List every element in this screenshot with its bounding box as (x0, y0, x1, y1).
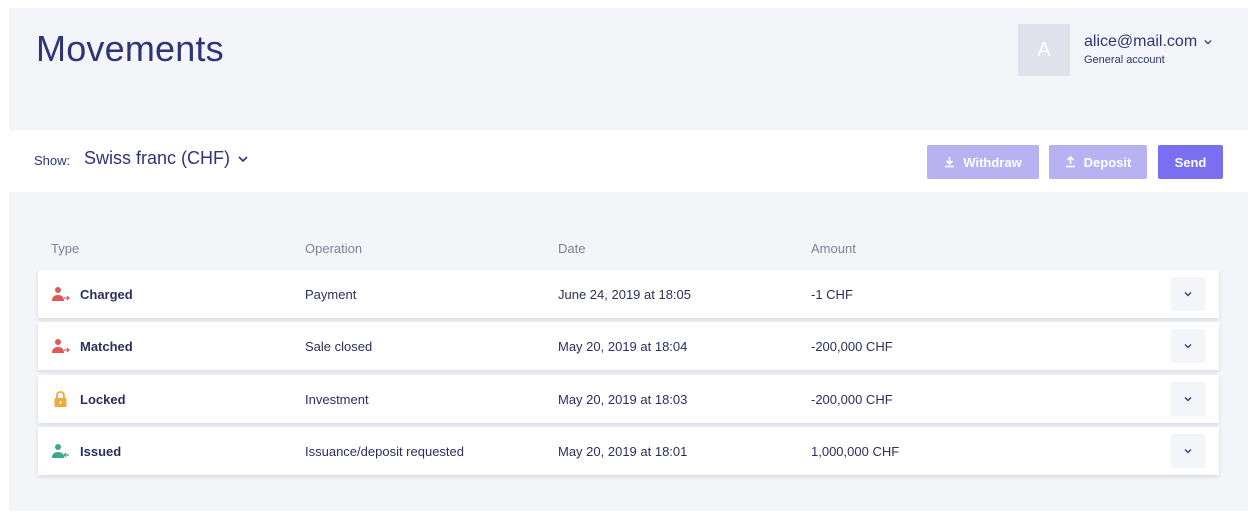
deposit-button[interactable]: Deposit (1049, 145, 1147, 179)
column-header-amount: Amount (811, 241, 856, 256)
expand-row-button[interactable] (1171, 329, 1205, 363)
type-label: Charged (80, 286, 133, 302)
type-label: Issued (80, 443, 122, 459)
date-cell: May 20, 2019 at 18:04 (558, 338, 688, 354)
account-email[interactable]: alice@mail.com (1084, 33, 1197, 51)
user-incoming-icon (52, 444, 69, 458)
operation-cell: Payment (305, 286, 357, 302)
send-label: Send (1174, 154, 1207, 170)
type-label: Locked (80, 391, 126, 407)
operation-cell: Issuance/deposit requested (305, 443, 464, 459)
account-type: General account (1084, 54, 1165, 66)
date-cell: May 20, 2019 at 18:01 (558, 443, 688, 459)
show-label: Show: (34, 153, 71, 168)
type-label: Matched (80, 338, 133, 354)
operation-cell: Investment (305, 391, 369, 407)
amount-cell: -200,000 CHF (811, 338, 893, 354)
chevron-down-icon (1184, 449, 1192, 454)
page-title: Movements (36, 28, 224, 69)
account-menu[interactable]: A alice@mail.com General account (1018, 24, 1212, 76)
column-header-type: Type (51, 241, 80, 256)
amount-cell: -200,000 CHF (811, 391, 893, 407)
expand-row-button[interactable] (1171, 277, 1205, 311)
chevron-down-icon[interactable] (238, 155, 248, 163)
lock-icon (54, 391, 67, 407)
expand-row-button[interactable] (1171, 382, 1205, 416)
column-header-operation: Operation (305, 241, 363, 256)
chevron-down-icon (1184, 292, 1192, 297)
amount-cell: 1,000,000 CHF (811, 443, 900, 459)
currency-value[interactable]: Swiss franc (CHF) (84, 148, 230, 169)
send-button[interactable]: Send (1158, 145, 1223, 179)
account-info[interactable]: alice@mail.com General account (1084, 33, 1212, 66)
withdraw-button[interactable]: Withdraw (927, 145, 1039, 179)
table-row[interactable]: Locked Investment May 20, 2019 at 18:03 … (38, 375, 1219, 423)
app-window: Movements A alice@mail.com General accou… (9, 8, 1248, 511)
type-cell: Locked (52, 375, 126, 423)
chevron-down-icon (1184, 397, 1192, 402)
type-cell: Charged (52, 270, 133, 318)
withdraw-label: Withdraw (963, 154, 1022, 170)
type-cell: Matched (52, 322, 133, 370)
operation-cell: Sale closed (305, 338, 373, 354)
table-row[interactable]: Issued Issuance/deposit requested May 20… (38, 427, 1219, 475)
date-cell: June 24, 2019 at 18:05 (558, 286, 692, 302)
currency-select[interactable]: Swiss franc (CHF) (84, 148, 248, 169)
download-icon (945, 157, 955, 168)
table-row[interactable]: Charged Payment June 24, 2019 at 18:05 -… (38, 270, 1219, 318)
date-cell: May 20, 2019 at 18:03 (558, 391, 688, 407)
type-cell: Issued (52, 427, 121, 475)
table-row[interactable]: Matched Sale closed May 20, 2019 at 18:0… (38, 322, 1219, 370)
avatar[interactable]: A (1018, 24, 1070, 76)
toolbar: Show: Swiss franc (CHF) Withdraw Deposit… (9, 130, 1248, 192)
upload-icon (1065, 156, 1075, 168)
column-header-date: Date (558, 241, 586, 256)
user-outgoing-icon (52, 339, 70, 353)
chevron-down-icon[interactable] (1204, 38, 1212, 46)
user-outgoing-icon (52, 287, 70, 301)
chevron-down-icon (1184, 344, 1192, 349)
amount-cell: -1 CHF (811, 286, 853, 302)
deposit-label: Deposit (1083, 154, 1132, 170)
expand-row-button[interactable] (1171, 434, 1205, 468)
